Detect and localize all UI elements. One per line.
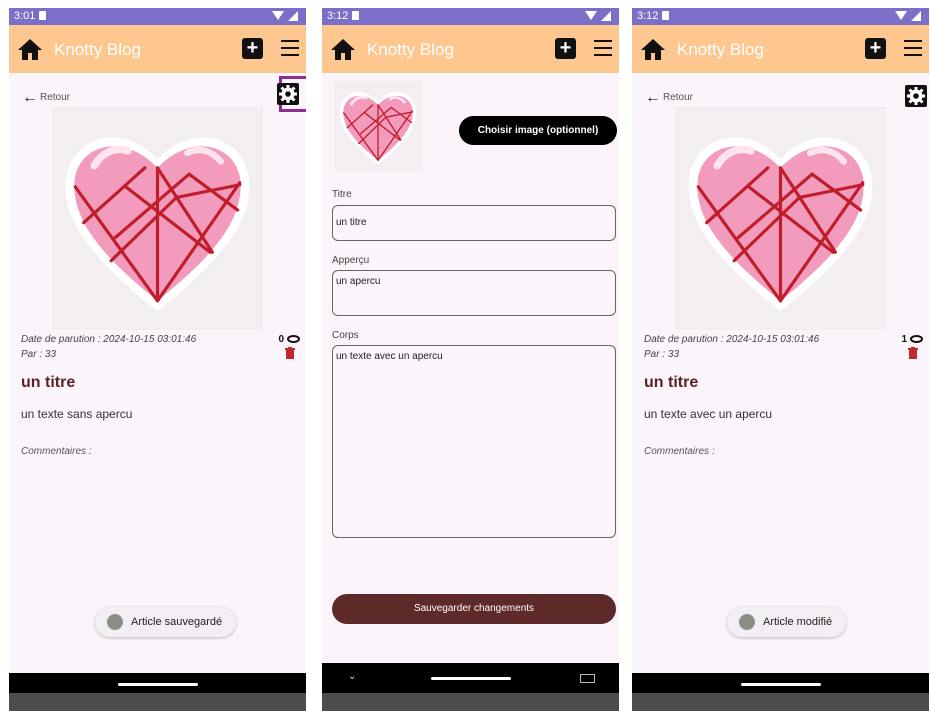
bottom-edge [322,693,619,711]
app-title: Knotty Blog [367,40,454,59]
wifi-icon [585,11,597,20]
app-logo-icon [739,614,755,630]
toast-message: Article modifié [727,607,847,637]
back-link[interactable]: ← Retour [645,89,693,107]
wifi-icon [895,11,907,20]
knotted-heart-image [338,90,418,167]
home-icon[interactable] [18,38,42,60]
status-time: 3:12 [327,10,349,22]
bottom-edge [9,693,306,711]
add-square-icon[interactable]: + [242,38,263,59]
wifi-icon [272,11,284,20]
save-changes-button[interactable]: Sauvegarder changements [332,594,616,624]
eye-icon [910,335,923,343]
system-nav-bar [632,673,929,711]
home-icon[interactable] [331,38,355,60]
sim-icon [352,11,359,20]
view-count: 1 [901,334,907,345]
toast-message: Article sauvegardé [95,607,237,637]
app-title: Knotty Blog [677,40,764,59]
status-bar: 3:12 [322,8,619,25]
knotted-heart-image [52,107,263,330]
toast-text: Article sauvegardé [131,616,223,628]
hamburger-menu-icon[interactable] [594,40,612,56]
article-body: un texte avec un apercu [644,407,773,421]
title-label: Titre [332,189,352,200]
signal-icon [288,11,298,21]
body-field[interactable]: un texte avec un apercu [332,345,616,538]
add-square-icon[interactable]: + [555,38,576,59]
sim-icon [662,11,669,20]
toast-text: Article modifié [763,616,833,628]
hamburger-menu-icon[interactable] [281,40,299,56]
app-bar: Knotty Blog + [9,25,306,73]
back-link[interactable]: ← Retour [22,89,70,107]
bottom-edge [632,693,929,711]
home-gesture-bar[interactable] [740,683,821,686]
choose-image-button[interactable]: Choisir image (optionnel) [459,116,617,145]
trash-icon[interactable] [285,347,295,359]
app-bar: Knotty Blog + [322,25,619,73]
publish-date: Date de parution : 2024-10-15 03:01:46 [21,334,197,345]
arrow-left-icon: ← [645,89,661,106]
trash-icon[interactable] [908,347,918,359]
phone-screen-edit-article: 3:12 Knotty Blog + Choisir image (option… [322,8,619,711]
hamburger-menu-icon[interactable] [904,40,922,56]
status-bar: 3:01 [9,8,306,25]
signal-icon [911,11,921,21]
status-bar: 3:12 [632,8,929,25]
view-counter: 1 [901,334,923,345]
home-gesture-bar[interactable] [430,677,511,680]
back-label: Retour [40,92,71,103]
add-square-icon[interactable]: + [865,38,886,59]
keyboard-nav-bar: ⌄ [322,663,619,693]
signal-icon [601,11,611,21]
article-body: un texte sans apercu [21,407,133,421]
body-label: Corps [332,330,359,341]
status-time: 3:01 [14,10,36,22]
status-time: 3:12 [637,10,659,22]
app-logo-icon [107,614,123,630]
author: Par : 33 [644,349,680,360]
preview-label: Apperçu [332,255,370,266]
app-title: Knotty Blog [54,40,141,59]
publish-date: Date de parution : 2024-10-15 03:01:46 [644,334,820,345]
back-label: Retour [663,92,694,103]
phone-screen-article-saved: 3:01 Knotty Blog + ← Retour Date de parut… [9,8,306,711]
view-counter: 0 [278,334,300,345]
image-thumbnail [334,81,422,171]
sim-icon [39,11,46,20]
system-nav-bar [9,673,306,711]
comments-label: Commentaires : [21,446,92,457]
knotted-heart-image [675,107,886,330]
title-field[interactable]: un titre [332,205,616,241]
preview-field[interactable]: un apercu [332,270,616,316]
view-count: 0 [278,334,284,345]
settings-gear-icon[interactable] [277,83,299,105]
chevron-down-icon[interactable]: ⌄ [348,671,356,682]
article-title: un titre [644,374,699,391]
keyboard-icon[interactable] [580,674,595,683]
article-image [52,107,263,330]
arrow-left-icon: ← [22,89,38,106]
eye-icon [287,335,300,343]
article-image [675,107,886,330]
article-title: un titre [21,374,76,391]
phone-screen-article-modified: 3:12 Knotty Blog + ← Retour Date de parut… [632,8,929,711]
app-bar: Knotty Blog + [632,25,929,73]
settings-gear-icon[interactable] [905,85,927,107]
home-icon[interactable] [641,38,665,60]
home-gesture-bar[interactable] [117,683,198,686]
author: Par : 33 [21,349,57,360]
comments-label: Commentaires : [644,446,715,457]
